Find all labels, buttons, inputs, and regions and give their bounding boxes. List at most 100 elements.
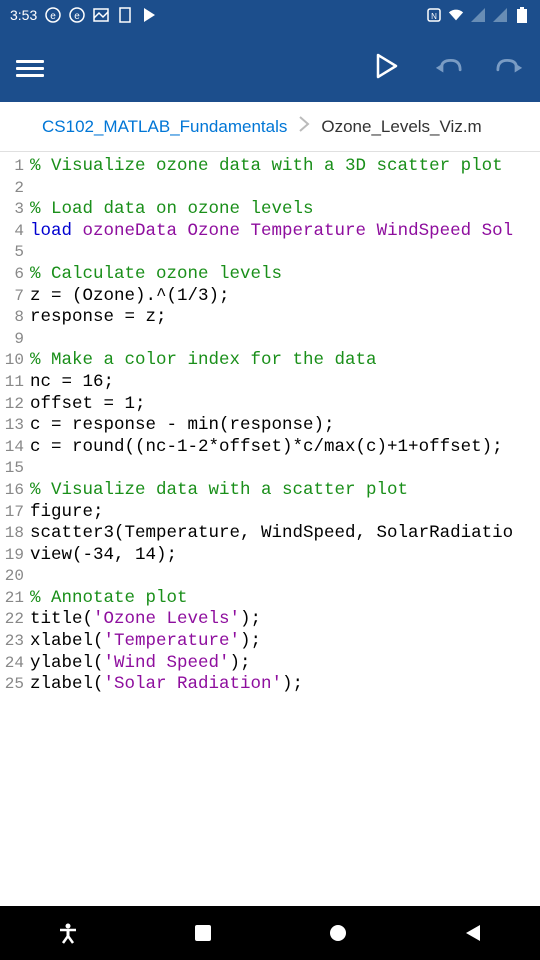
code-content[interactable]: [30, 329, 540, 351]
code-content[interactable]: title('Ozone Levels');: [30, 609, 540, 631]
code-content[interactable]: [30, 178, 540, 200]
code-line[interactable]: 25zlabel('Solar Radiation');: [0, 674, 540, 696]
code-line[interactable]: 9: [0, 329, 540, 351]
line-number: 14: [0, 437, 30, 459]
line-number: 7: [0, 286, 30, 308]
code-content[interactable]: % Make a color index for the data: [30, 350, 540, 372]
code-line[interactable]: 2: [0, 178, 540, 200]
undo-button[interactable]: [434, 52, 462, 80]
app-bar: [0, 30, 540, 102]
code-line[interactable]: 24ylabel('Wind Speed');: [0, 653, 540, 675]
line-number: 24: [0, 653, 30, 675]
line-number: 3: [0, 199, 30, 221]
code-line[interactable]: 10% Make a color index for the data: [0, 350, 540, 372]
chevron-right-icon: [297, 114, 311, 139]
code-content[interactable]: ylabel('Wind Speed');: [30, 653, 540, 675]
signal-icon-1: [470, 7, 486, 23]
play-store-icon: [141, 7, 157, 23]
code-editor[interactable]: 1% Visualize ozone data with a 3D scatte…: [0, 152, 540, 700]
battery-icon: [514, 7, 530, 23]
code-content[interactable]: nc = 16;: [30, 372, 540, 394]
line-number: 2: [0, 178, 30, 200]
line-number: 12: [0, 394, 30, 416]
code-line[interactable]: 12offset = 1;: [0, 394, 540, 416]
accessibility-button[interactable]: [56, 921, 80, 945]
code-content[interactable]: z = (Ozone).^(1/3);: [30, 286, 540, 308]
code-content[interactable]: view(-34, 14);: [30, 545, 540, 567]
code-line[interactable]: 7z = (Ozone).^(1/3);: [0, 286, 540, 308]
code-content[interactable]: c = response - min(response);: [30, 415, 540, 437]
code-line[interactable]: 13c = response - min(response);: [0, 415, 540, 437]
code-line[interactable]: 17figure;: [0, 502, 540, 524]
sim-icon: [117, 7, 133, 23]
code-content[interactable]: % Calculate ozone levels: [30, 264, 540, 286]
code-content[interactable]: [30, 242, 540, 264]
line-number: 13: [0, 415, 30, 437]
line-number: 6: [0, 264, 30, 286]
code-content[interactable]: % Visualize data with a scatter plot: [30, 480, 540, 502]
code-content[interactable]: load ozoneData Ozone Temperature WindSpe…: [30, 221, 540, 243]
breadcrumb: CS102_MATLAB_Fundamentals Ozone_Levels_V…: [0, 102, 540, 152]
line-number: 18: [0, 523, 30, 545]
recent-apps-button[interactable]: [191, 921, 215, 945]
svg-text:N: N: [431, 12, 437, 21]
code-line[interactable]: 21% Annotate plot: [0, 588, 540, 610]
code-line[interactable]: 16% Visualize data with a scatter plot: [0, 480, 540, 502]
code-content[interactable]: % Load data on ozone levels: [30, 199, 540, 221]
redo-button[interactable]: [496, 52, 524, 80]
code-line[interactable]: 1% Visualize ozone data with a 3D scatte…: [0, 156, 540, 178]
status-bar: 3:53 e e N: [0, 0, 540, 30]
code-line[interactable]: 18scatter3(Temperature, WindSpeed, Solar…: [0, 523, 540, 545]
code-content[interactable]: c = round((nc-1-2*offset)*c/max(c)+1+off…: [30, 437, 540, 459]
status-time: 3:53: [10, 7, 37, 23]
code-line[interactable]: 11nc = 16;: [0, 372, 540, 394]
svg-text:e: e: [50, 11, 56, 22]
breadcrumb-folder[interactable]: CS102_MATLAB_Fundamentals: [42, 117, 287, 137]
code-line[interactable]: 6% Calculate ozone levels: [0, 264, 540, 286]
code-content[interactable]: response = z;: [30, 307, 540, 329]
code-content[interactable]: figure;: [30, 502, 540, 524]
line-number: 10: [0, 350, 30, 372]
line-number: 5: [0, 242, 30, 264]
menu-icon[interactable]: [16, 56, 44, 76]
code-line[interactable]: 20: [0, 566, 540, 588]
code-line[interactable]: 14c = round((nc-1-2*offset)*c/max(c)+1+o…: [0, 437, 540, 459]
code-content[interactable]: [30, 566, 540, 588]
app-icon-1: e: [45, 7, 61, 23]
line-number: 21: [0, 588, 30, 610]
home-button[interactable]: [326, 921, 350, 945]
android-nav-bar: [0, 906, 540, 960]
nfc-icon: N: [426, 7, 442, 23]
line-number: 22: [0, 609, 30, 631]
code-line[interactable]: 22title('Ozone Levels');: [0, 609, 540, 631]
line-number: 11: [0, 372, 30, 394]
line-number: 25: [0, 674, 30, 696]
code-content[interactable]: scatter3(Temperature, WindSpeed, SolarRa…: [30, 523, 540, 545]
line-number: 15: [0, 458, 30, 480]
line-number: 16: [0, 480, 30, 502]
code-line[interactable]: 3% Load data on ozone levels: [0, 199, 540, 221]
svg-text:e: e: [74, 11, 80, 22]
code-line[interactable]: 19view(-34, 14);: [0, 545, 540, 567]
code-content[interactable]: % Annotate plot: [30, 588, 540, 610]
app-icon-2: e: [69, 7, 85, 23]
code-line[interactable]: 4load ozoneData Ozone Temperature WindSp…: [0, 221, 540, 243]
wifi-icon: [448, 7, 464, 23]
code-content[interactable]: % Visualize ozone data with a 3D scatter…: [30, 156, 540, 178]
code-content[interactable]: offset = 1;: [30, 394, 540, 416]
code-content[interactable]: xlabel('Temperature');: [30, 631, 540, 653]
code-content[interactable]: [30, 458, 540, 480]
line-number: 20: [0, 566, 30, 588]
line-number: 17: [0, 502, 30, 524]
signal-icon-2: [492, 7, 508, 23]
code-content[interactable]: zlabel('Solar Radiation');: [30, 674, 540, 696]
code-line[interactable]: 8response = z;: [0, 307, 540, 329]
run-button[interactable]: [372, 52, 400, 80]
code-line[interactable]: 15: [0, 458, 540, 480]
code-line[interactable]: 23xlabel('Temperature');: [0, 631, 540, 653]
code-line[interactable]: 5: [0, 242, 540, 264]
line-number: 19: [0, 545, 30, 567]
breadcrumb-file[interactable]: Ozone_Levels_Viz.m: [321, 117, 481, 137]
line-number: 8: [0, 307, 30, 329]
back-button[interactable]: [461, 921, 485, 945]
